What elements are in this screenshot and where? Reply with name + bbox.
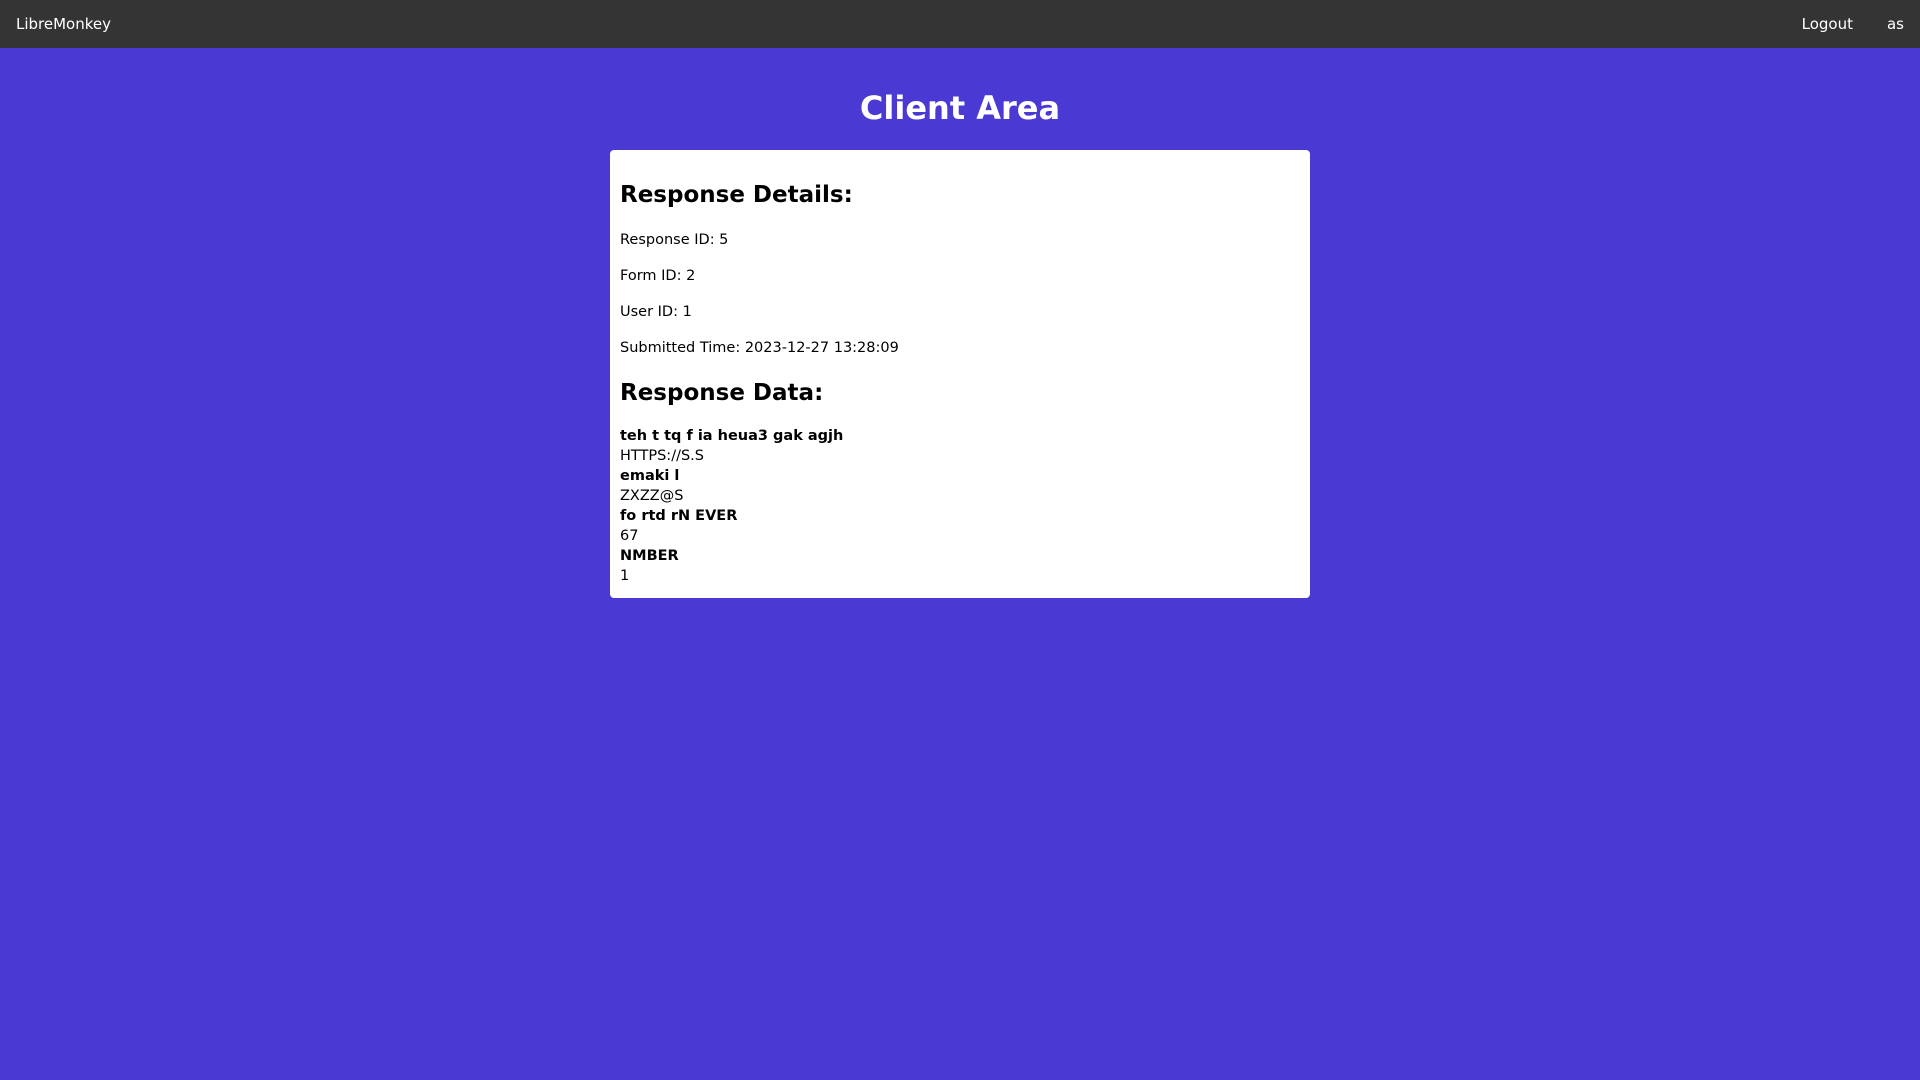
response-id-text: Response ID: 5 — [620, 232, 729, 248]
field-label: teh t tq f ia heua3 gak agjh — [620, 428, 844, 444]
field-label: fo rtd rN EVER — [620, 508, 738, 524]
response-data-heading: Response Data: — [620, 380, 824, 406]
response-data-list: teh t tq f ia heua3 gak agjh HTTPS://S.S… — [620, 426, 843, 586]
user-id-text: User ID: 1 — [620, 304, 692, 320]
page-title: Client Area — [859, 89, 1061, 127]
field-label: NMBER — [620, 548, 679, 564]
navbar-right-group: Logout as — [1802, 0, 1904, 48]
logout-link[interactable]: Logout — [1802, 15, 1853, 33]
field-label: emaki l — [620, 468, 680, 484]
field-value: 1 — [620, 568, 630, 584]
field-value: 67 — [620, 528, 639, 544]
response-card: Response Details: Response ID: 5 Form ID… — [610, 150, 1310, 598]
response-details-heading: Response Details: — [620, 182, 853, 208]
brand-link[interactable]: LibreMonkey — [16, 0, 111, 48]
submitted-time-text: Submitted Time: 2023-12-27 13:28:09 — [620, 340, 899, 356]
field-value: ZXZZ@S — [620, 488, 684, 504]
field-value: HTTPS://S.S — [620, 448, 704, 464]
top-navbar: LibreMonkey Logout as — [0, 0, 1920, 48]
form-id-text: Form ID: 2 — [620, 268, 696, 284]
user-menu-link[interactable]: as — [1887, 15, 1904, 33]
